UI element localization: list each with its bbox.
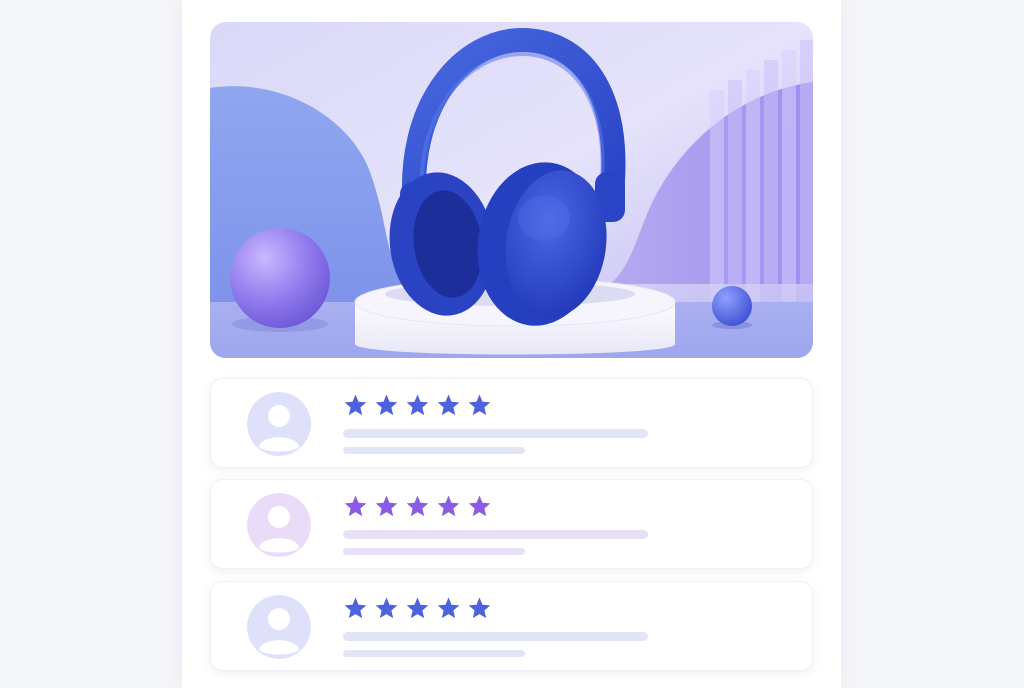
- review-card[interactable]: [210, 581, 813, 671]
- star-icon: [437, 495, 460, 517]
- star-icon: [468, 495, 491, 517]
- star-icon: [468, 394, 491, 416]
- star-rating: [343, 494, 492, 518]
- review-text-placeholder: [343, 632, 648, 641]
- product-page: [182, 0, 841, 688]
- star-icon: [406, 597, 429, 619]
- star-icon: [437, 597, 460, 619]
- review-card[interactable]: [210, 479, 813, 569]
- user-avatar-icon: [247, 392, 311, 456]
- star-icon: [406, 394, 429, 416]
- review-text-placeholder: [343, 447, 525, 454]
- star-icon: [344, 495, 367, 517]
- user-avatar-icon: [247, 493, 311, 557]
- star-icon: [375, 495, 398, 517]
- product-hero-image: [210, 22, 813, 358]
- review-text-placeholder: [343, 429, 648, 438]
- star-icon: [344, 597, 367, 619]
- star-icon: [406, 495, 429, 517]
- star-icon: [344, 394, 367, 416]
- star-icon: [437, 394, 460, 416]
- headphones-illustration: [210, 22, 813, 358]
- review-text-placeholder: [343, 548, 525, 555]
- review-card[interactable]: [210, 378, 813, 468]
- star-icon: [468, 597, 491, 619]
- star-icon: [375, 394, 398, 416]
- review-text-placeholder: [343, 650, 525, 657]
- star-rating: [343, 393, 492, 417]
- star-rating: [343, 596, 492, 620]
- star-icon: [375, 597, 398, 619]
- user-avatar-icon: [247, 595, 311, 659]
- review-text-placeholder: [343, 530, 648, 539]
